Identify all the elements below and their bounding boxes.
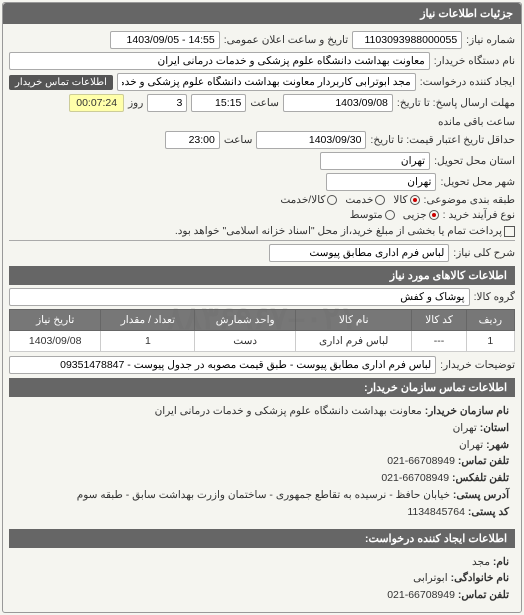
category-label: طبقه بندی موضوعی: bbox=[424, 194, 515, 206]
contact-fax: 66708949-021 bbox=[381, 472, 449, 484]
radio-dot-icon bbox=[385, 210, 395, 220]
pay-note-checkbox[interactable]: پرداخت تمام یا بخشی از مبلغ خرید،از محل … bbox=[175, 225, 515, 237]
contact-address: خیابان حافظ - نرسیده به تقاطع جمهوری - س… bbox=[77, 489, 450, 501]
buyer-contact-link[interactable]: اطلاعات تماس خریدار bbox=[9, 75, 113, 90]
creator-family-label: نام خانوادگی: bbox=[451, 572, 509, 584]
main-panel: جزئیات اطلاعات نیاز ۰۲۱–۸۸۳۶۹۶۷ شماره نی… bbox=[2, 2, 522, 613]
countdown: 00:07:24 bbox=[69, 94, 124, 112]
creator-input[interactable] bbox=[117, 73, 416, 91]
price-deadline-label: حداقل تاریخ اعتبار قیمت: تا تاریخ: bbox=[370, 134, 515, 146]
buyer-notes-input[interactable] bbox=[9, 356, 436, 374]
th-unit: واحد شمارش bbox=[195, 310, 296, 331]
cell-row: 1 bbox=[466, 331, 514, 352]
city-input[interactable] bbox=[326, 173, 436, 191]
buy-type-radio-group: جزیی متوسط bbox=[350, 209, 439, 221]
announce-label: تاریخ و ساعت اعلان عمومی: bbox=[224, 34, 348, 46]
group-input[interactable] bbox=[9, 288, 470, 306]
creator-name-label: نام: bbox=[493, 556, 509, 568]
th-code: کد کالا bbox=[412, 310, 466, 331]
device-label: نام دستگاه خریدار: bbox=[434, 55, 515, 67]
items-section-title: اطلاعات کالاهای مورد نیاز bbox=[9, 266, 515, 285]
summary-input[interactable] bbox=[269, 244, 449, 262]
group-label: گروه کالا: bbox=[474, 291, 515, 303]
days-remain-input[interactable] bbox=[147, 94, 187, 112]
device-input[interactable] bbox=[9, 52, 430, 70]
req-no-label: شماره نیاز: bbox=[466, 34, 515, 46]
contact-phone-label: تلفن تماس: bbox=[458, 455, 509, 467]
creator-contact-title: اطلاعات ایجاد کننده درخواست: bbox=[9, 529, 515, 548]
radio-dot-icon bbox=[375, 195, 385, 205]
answer-deadline-label: مهلت ارسال پاسخ: تا تاریخ: bbox=[397, 97, 515, 109]
province-label: استان محل تحویل: bbox=[434, 155, 515, 167]
contact-address-label: آدرس پستی: bbox=[453, 489, 509, 501]
org-name-label: نام سازمان خریدار: bbox=[425, 405, 509, 417]
radio-dot-icon bbox=[410, 195, 420, 205]
contact-province: تهران bbox=[453, 422, 477, 434]
th-date: تاریخ نیاز bbox=[10, 310, 101, 331]
contact-fax-label: تلفن تلفکس: bbox=[452, 472, 509, 484]
cell-date: 1403/09/08 bbox=[10, 331, 101, 352]
price-time-input[interactable] bbox=[165, 131, 220, 149]
table-row[interactable]: 1 --- لباس فرم اداری دست 1 1403/09/08 bbox=[10, 331, 515, 352]
contact-province-label: استان: bbox=[480, 422, 509, 434]
cell-name: لباس فرم اداری bbox=[296, 331, 412, 352]
contact-postal-label: کد پستی: bbox=[468, 506, 509, 518]
creator-name: مجد bbox=[472, 556, 490, 568]
contact-info: نام سازمان خریدار: معاونت بهداشت دانشگاه… bbox=[9, 399, 515, 525]
answer-time-input[interactable] bbox=[191, 94, 246, 112]
cell-qty: 1 bbox=[101, 331, 195, 352]
buy-type-label: نوع فرآیند خرید : bbox=[443, 209, 515, 221]
items-table: ردیف کد کالا نام کالا واحد شمارش تعداد /… bbox=[9, 309, 515, 352]
org-name: معاونت بهداشت دانشگاه علوم پزشکی و خدمات… bbox=[155, 405, 422, 417]
buyer-notes-label: توضیحات خریدار: bbox=[440, 359, 515, 371]
announce-input[interactable] bbox=[110, 31, 220, 49]
creator-contact-info: نام: مجد نام خانوادگی: ابوترابی تلفن تما… bbox=[9, 550, 515, 608]
remain-label: ساعت باقی مانده bbox=[438, 116, 515, 128]
creator-label: ایجاد کننده درخواست: bbox=[420, 76, 515, 88]
radio-dot-icon bbox=[327, 195, 337, 205]
contact-section-title: اطلاعات تماس سازمان خریدار: bbox=[9, 378, 515, 397]
table-header-row: ردیف کد کالا نام کالا واحد شمارش تعداد /… bbox=[10, 310, 515, 331]
radio-jozi[interactable]: جزیی bbox=[403, 209, 439, 221]
th-qty: تعداد / مقدار bbox=[101, 310, 195, 331]
time-label-2: ساعت bbox=[224, 134, 253, 146]
answer-date-input[interactable] bbox=[283, 94, 393, 112]
checkbox-icon bbox=[504, 226, 515, 237]
summary-label: شرح کلی نیاز: bbox=[453, 247, 515, 259]
creator-phone-label: تلفن تماس: bbox=[458, 589, 509, 601]
req-no-input[interactable] bbox=[352, 31, 462, 49]
radio-motavaset[interactable]: متوسط bbox=[350, 209, 395, 221]
cell-code: --- bbox=[412, 331, 466, 352]
contact-phone: 66708949-021 bbox=[387, 455, 455, 467]
province-input[interactable] bbox=[320, 152, 430, 170]
creator-phone: 66708949-021 bbox=[387, 589, 455, 601]
contact-postal: 1134845764 bbox=[407, 506, 465, 518]
radio-kala[interactable]: کالا bbox=[393, 194, 419, 206]
contact-city-label: شهر: bbox=[486, 439, 509, 451]
price-date-input[interactable] bbox=[256, 131, 366, 149]
panel-title: جزئیات اطلاعات نیاز bbox=[3, 3, 521, 24]
days-remain-label: روز bbox=[128, 97, 143, 109]
panel-body: ۰۲۱–۸۸۳۶۹۶۷ شماره نیاز: تاریخ و ساعت اعل… bbox=[3, 24, 521, 612]
radio-khadamat[interactable]: خدمت bbox=[345, 194, 385, 206]
divider bbox=[9, 240, 515, 241]
time-label-1: ساعت bbox=[250, 97, 279, 109]
creator-family: ابوترابی bbox=[413, 572, 448, 584]
th-name: نام کالا bbox=[296, 310, 412, 331]
category-radio-group: کالا خدمت کالا/خدمت bbox=[280, 194, 419, 206]
city-label: شهر محل تحویل: bbox=[440, 176, 515, 188]
contact-city: تهران bbox=[459, 439, 483, 451]
cell-unit: دست bbox=[195, 331, 296, 352]
radio-dot-icon bbox=[429, 210, 439, 220]
radio-kala-khadamat[interactable]: کالا/خدمت bbox=[280, 194, 337, 206]
th-row: ردیف bbox=[466, 310, 514, 331]
